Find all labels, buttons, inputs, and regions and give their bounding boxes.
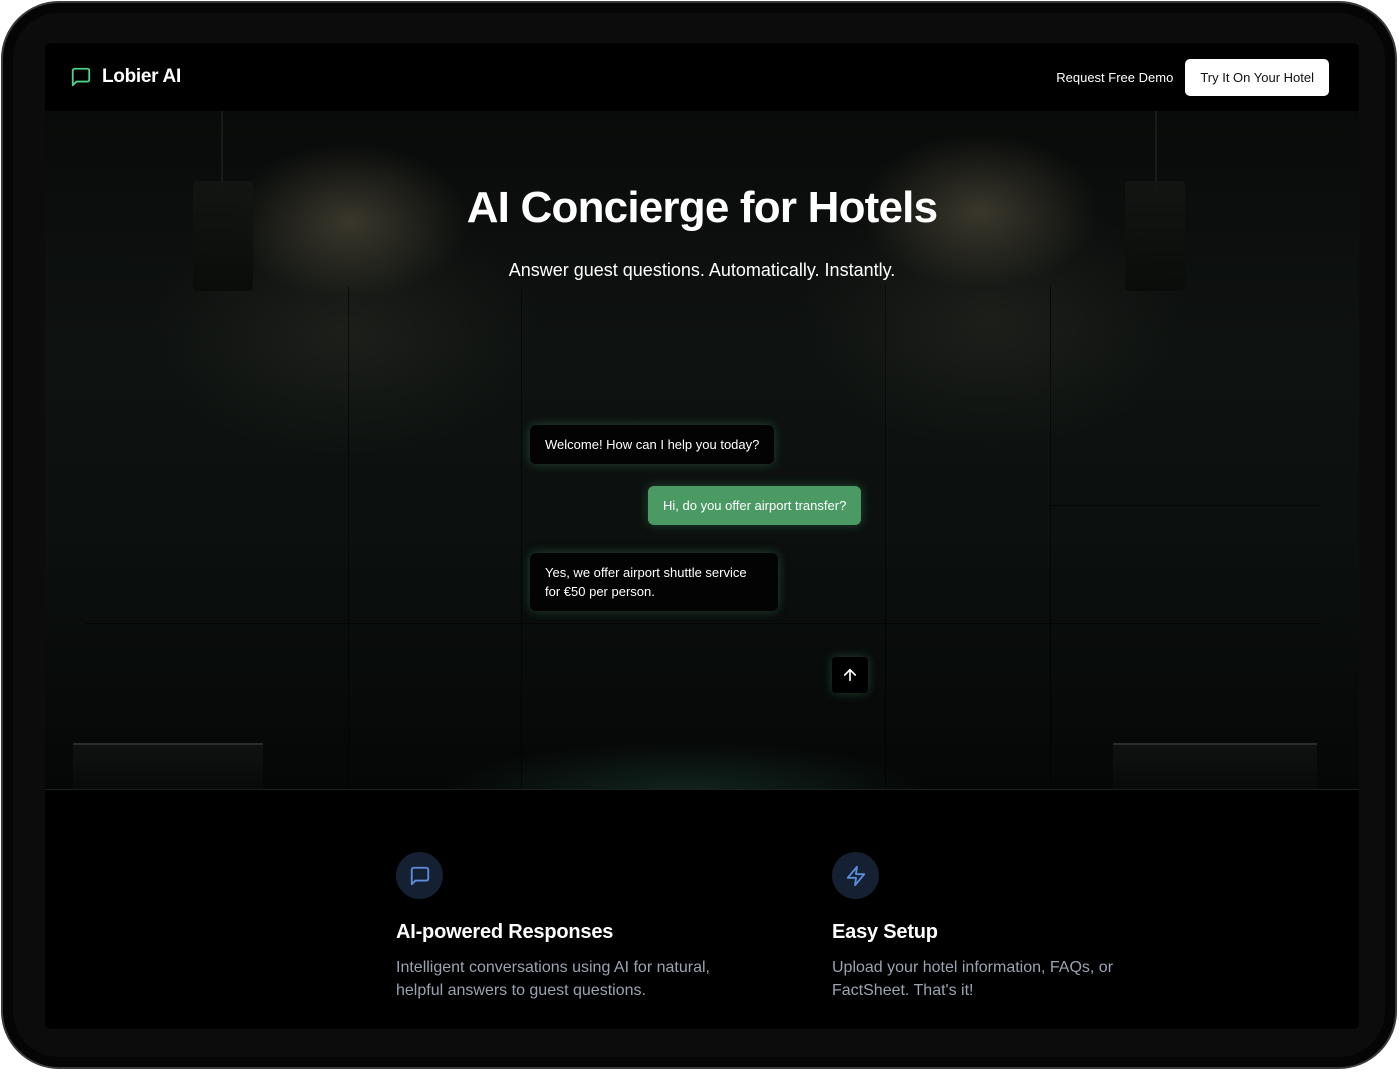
wall-seam: [1050, 505, 1320, 506]
browser-screen: Lobier AI Request Free Demo Try It On Yo…: [45, 43, 1359, 1029]
message-square-icon: [410, 866, 429, 885]
feature-description: Intelligent conversations using AI for n…: [396, 959, 710, 999]
feature-icon-badge: [396, 852, 443, 899]
nav-actions: Request Free Demo Try It On Your Hotel: [1056, 58, 1329, 96]
navbar: Lobier AI Request Free Demo Try It On Yo…: [45, 43, 1359, 111]
lamp-cord: [221, 111, 223, 191]
lamp-cord: [1155, 111, 1157, 191]
feature-card: Easy Setup Upload your hotel information…: [832, 852, 1192, 1002]
wall-seam: [521, 286, 522, 789]
bot-message-bubble: Yes, we offer airport shuttle service fo…: [530, 553, 778, 611]
feature-description: Upload your hotel information, FAQs, or …: [832, 959, 1114, 999]
send-button[interactable]: [832, 657, 868, 693]
hero-subtitle: Answer guest questions. Automatically. I…: [508, 260, 896, 280]
bench: [1113, 743, 1317, 789]
brand-logo[interactable]: Lobier AI: [70, 66, 181, 88]
chat-bubble-icon: [71, 67, 91, 87]
wall-seam: [85, 623, 1320, 624]
feature-title: AI-powered Responses: [396, 921, 614, 943]
features-section: AI-powered Responses Intelligent convers…: [45, 789, 1359, 1029]
wall-seam: [885, 286, 886, 789]
tablet-frame: Lobier AI Request Free Demo Try It On Yo…: [1, 1, 1397, 1069]
feature-title: Easy Setup: [832, 921, 938, 943]
wall-seam: [348, 286, 349, 789]
lightning-bolt-icon: [846, 865, 865, 886]
bench: [73, 743, 263, 789]
request-demo-link[interactable]: Request Free Demo: [1056, 70, 1173, 85]
hero-title: AI Concierge for Hotels: [466, 183, 938, 232]
bot-message-bubble: Welcome! How can I help you today?: [530, 425, 775, 464]
arrow-up-icon: [843, 668, 857, 682]
user-message-bubble: Hi, do you offer airport transfer?: [648, 486, 862, 525]
feature-icon-badge: [832, 852, 879, 899]
feature-card: AI-powered Responses Intelligent convers…: [396, 852, 756, 1002]
try-on-hotel-button[interactable]: Try It On Your Hotel: [1185, 58, 1329, 96]
wall-seam: [1050, 286, 1051, 789]
brand-name: Lobier AI: [102, 66, 181, 87]
hero-section: AI Concierge for Hotels Answer guest que…: [45, 111, 1359, 789]
